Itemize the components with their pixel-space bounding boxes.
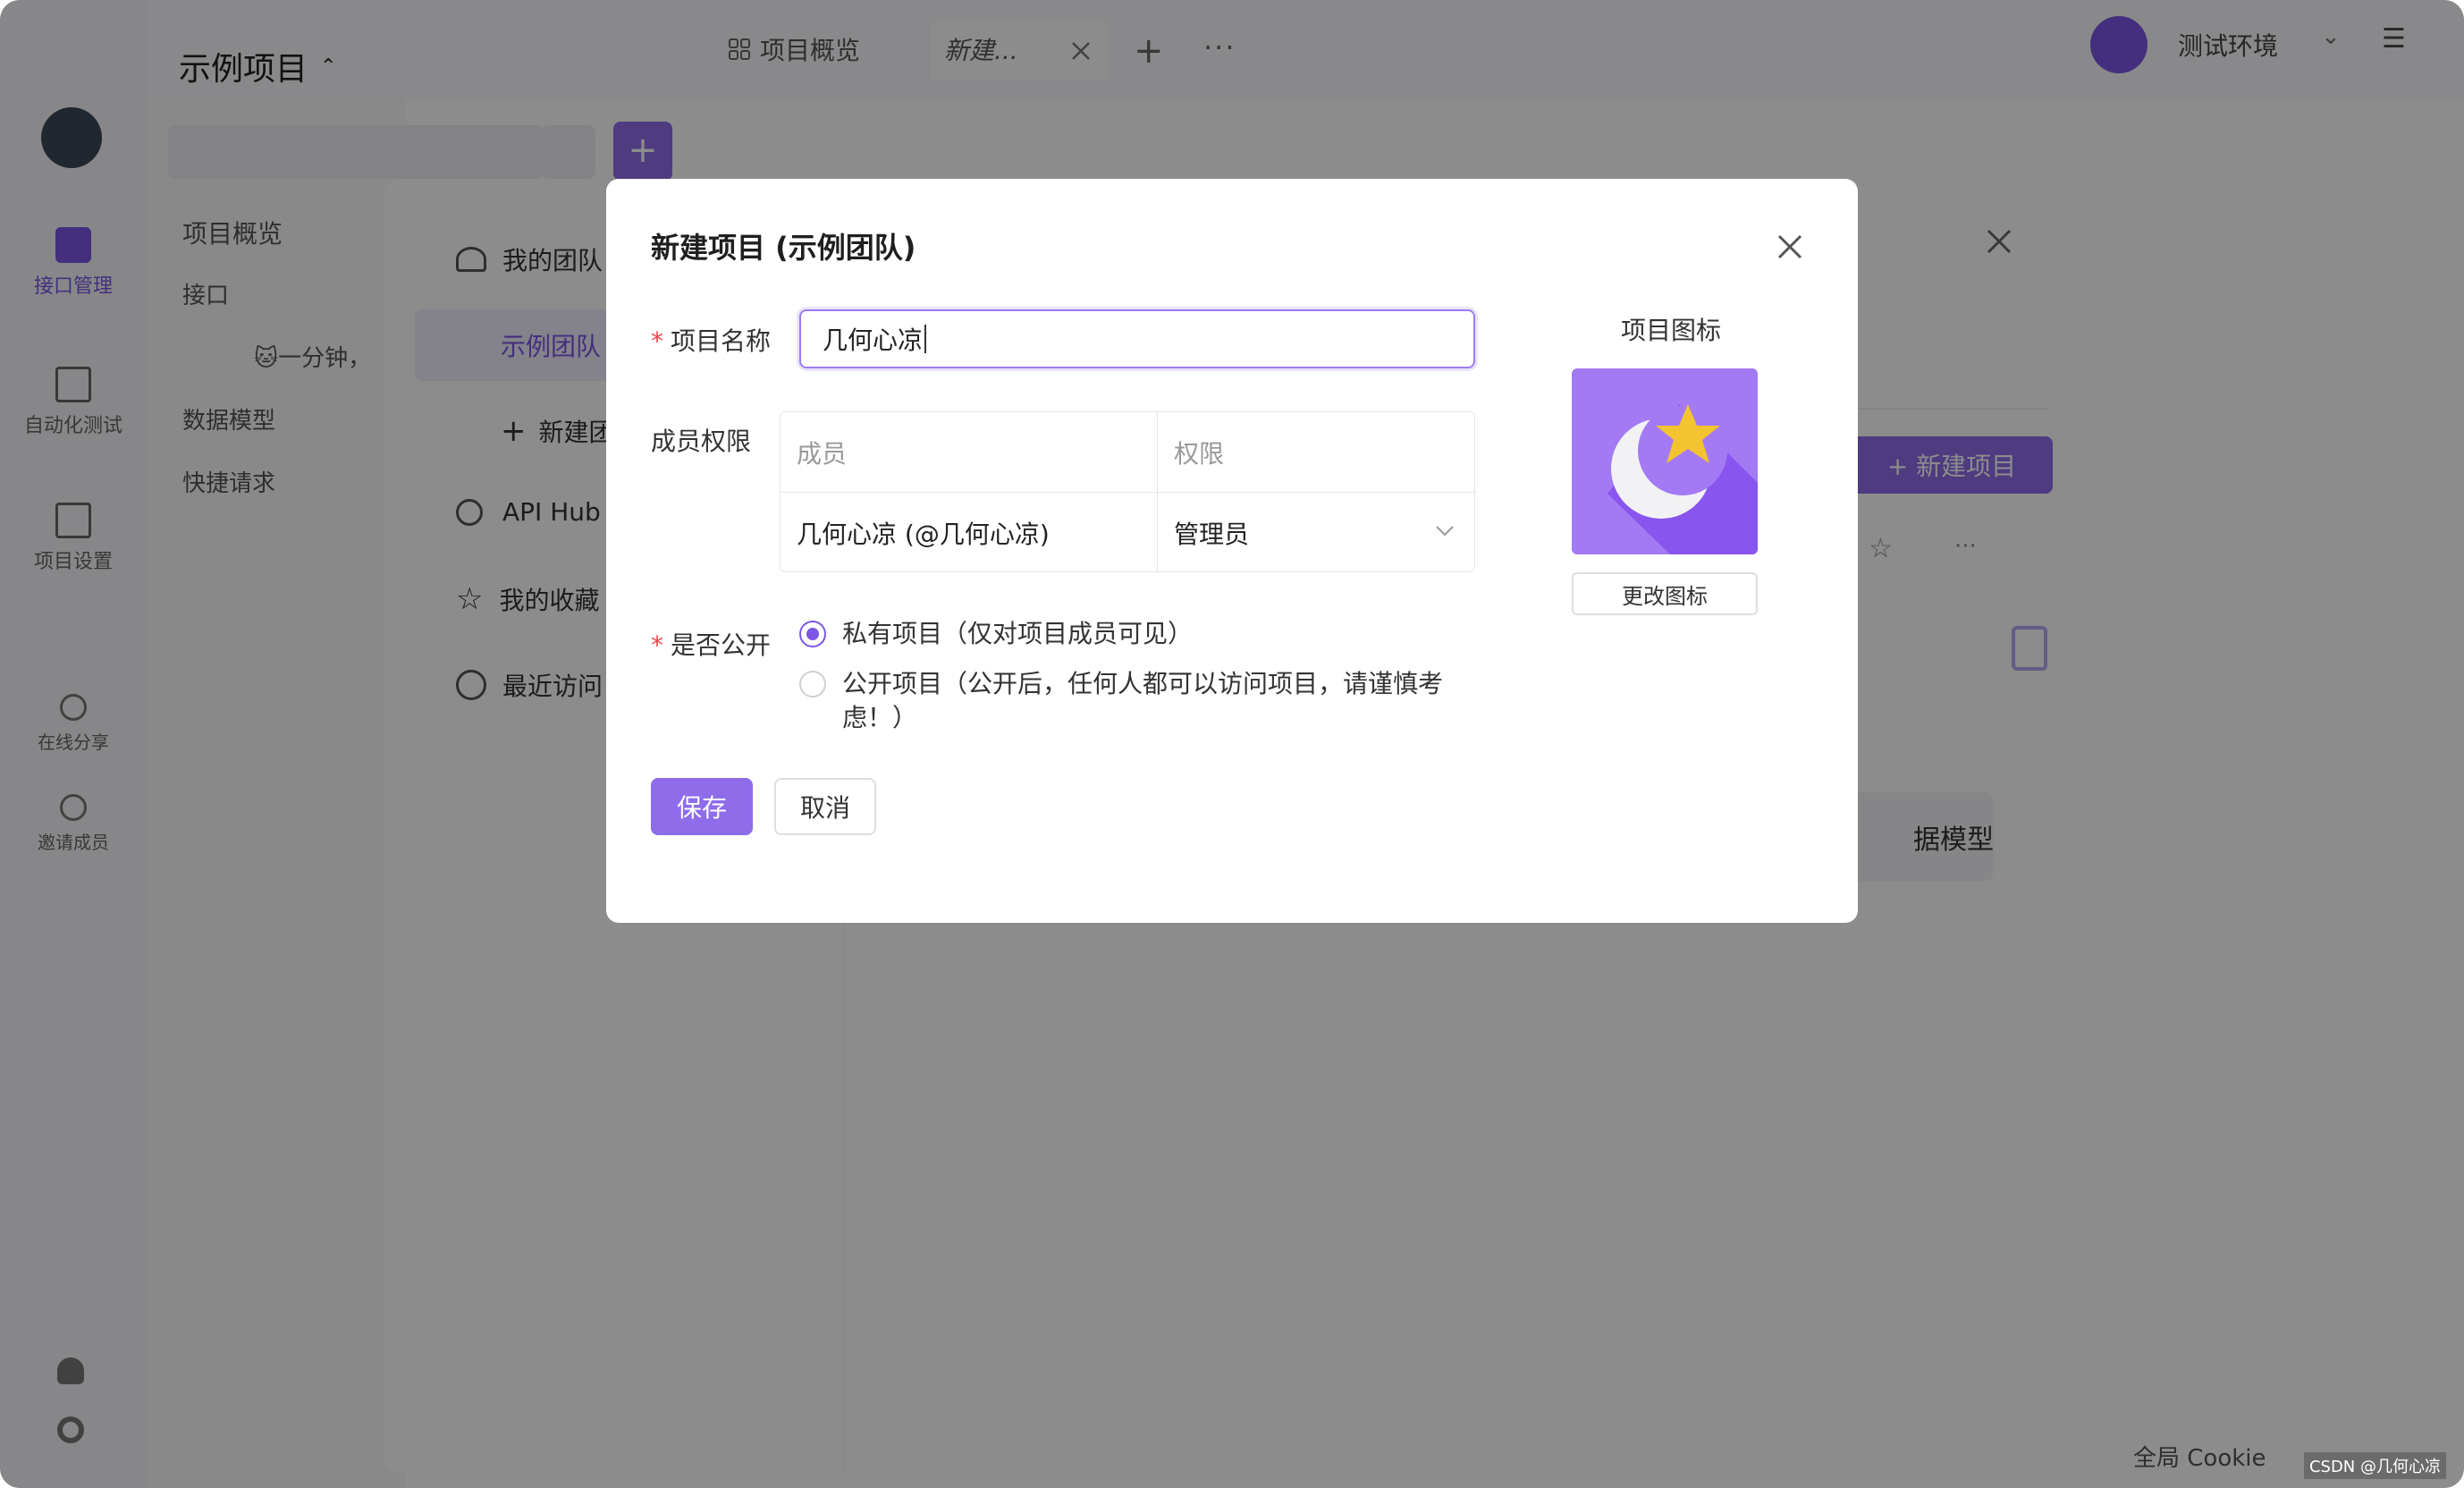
role-select[interactable]: 管理员 xyxy=(1158,493,1476,573)
app-window: 示例项目 ⌃ 项目概览 新建... + ··· 测试环境 ⌄ ☰ 接口管理 自动… xyxy=(0,0,2464,1488)
header-member: 成员 xyxy=(781,412,1158,492)
table-header: 成员 权限 xyxy=(781,412,1476,493)
moon-star-icon xyxy=(1608,404,1758,554)
public-label: * 是否公开 xyxy=(651,626,771,662)
icon-title: 项目图标 xyxy=(1620,316,1721,345)
members-table: 成员 权限 几何心凉 (@几何心凉) 管理员 xyxy=(780,411,1476,573)
project-icon[interactable] xyxy=(1572,368,1758,554)
change-icon-button[interactable]: 更改图标 xyxy=(1572,572,1758,615)
new-project-dialog: 新建项目 (示例团队) * 项目名称 几何心凉 成员权限 成员 权限 几何心凉 (… xyxy=(606,179,1858,923)
member-cell: 几何心凉 (@几何心凉) xyxy=(781,493,1158,573)
save-button[interactable]: 保存 xyxy=(651,778,753,835)
role-value: 管理员 xyxy=(1174,520,1250,549)
required-mark: * xyxy=(651,630,663,660)
header-role: 权限 xyxy=(1174,438,1225,469)
public-option-label[interactable]: 公开项目（公开后，任何人都可以访问项目，请谨慎考虑！） xyxy=(842,667,1486,735)
table-row: 几何心凉 (@几何心凉) 管理员 xyxy=(781,493,1476,573)
dialog-title: 新建项目 (示例团队) xyxy=(651,231,916,265)
label-text: 项目名称 xyxy=(671,326,772,356)
project-name-input[interactable]: 几何心凉 xyxy=(799,309,1475,368)
members-label: 成员权限 xyxy=(651,427,752,456)
cancel-button[interactable]: 取消 xyxy=(774,778,876,835)
text-caret xyxy=(924,325,927,353)
label-text: 是否公开 xyxy=(671,630,772,660)
required-mark: * xyxy=(651,326,663,356)
private-radio[interactable] xyxy=(799,621,826,647)
private-option-label[interactable]: 私有项目（仅对项目成员可见） xyxy=(842,617,1486,651)
close-icon[interactable] xyxy=(1772,229,1808,265)
project-name-label: * 项目名称 xyxy=(651,322,771,358)
input-value: 几何心凉 xyxy=(823,326,924,355)
public-radio[interactable] xyxy=(799,671,826,698)
watermark: CSDN @几何心凉 xyxy=(2303,1452,2446,1479)
chevron-down-icon xyxy=(1436,526,1454,537)
